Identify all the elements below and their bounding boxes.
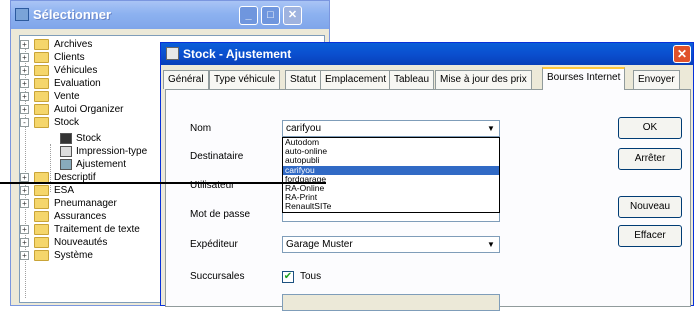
- effacer-button[interactable]: Effacer: [618, 225, 682, 247]
- arreter-button[interactable]: Arrêter: [618, 148, 682, 170]
- tree-item-label: Archives: [54, 39, 93, 50]
- expand-icon[interactable]: +: [20, 199, 29, 208]
- arreter-label: Arrêter: [634, 153, 666, 164]
- folder-icon: [34, 52, 49, 63]
- expand-icon[interactable]: +: [20, 225, 29, 234]
- folder-icon: [34, 198, 49, 209]
- stock-adjustment-window: Stock - Ajustement ✕ Général Type véhicu…: [160, 42, 694, 311]
- expand-icon[interactable]: +: [20, 79, 29, 88]
- expand-icon[interactable]: +: [20, 173, 29, 182]
- tree-item-label: Traitement de texte: [54, 224, 140, 235]
- chevron-down-icon[interactable]: ▼: [484, 122, 498, 135]
- tree-item-label: Nouveautés: [54, 237, 108, 248]
- succursales-list: [282, 294, 500, 311]
- expand-icon[interactable]: +: [20, 238, 29, 247]
- expand-icon[interactable]: +: [20, 251, 29, 260]
- nom-label: Nom: [190, 123, 212, 134]
- annotation-line: [0, 182, 326, 184]
- tab-tableau[interactable]: Tableau: [389, 70, 435, 89]
- tab-strip: Général Type véhicule Statut Emplacement…: [163, 67, 693, 90]
- stock-icon: [60, 133, 72, 144]
- close-button[interactable]: ✕: [673, 45, 691, 63]
- tab-bourses-internet[interactable]: Bourses Internet: [542, 67, 626, 90]
- folder-icon: [34, 185, 49, 196]
- open-folder-icon: [34, 117, 49, 128]
- maximize-button[interactable]: □: [261, 6, 280, 25]
- selector-title: Sélectionner: [33, 7, 112, 22]
- folder-icon: [34, 39, 49, 50]
- minimize-button[interactable]: _: [239, 6, 258, 25]
- print-icon: [60, 146, 72, 157]
- expand-icon[interactable]: +: [20, 92, 29, 101]
- stock-titlebar[interactable]: Stock - Ajustement ✕: [161, 43, 693, 65]
- app-icon: [166, 47, 179, 60]
- folder-icon: [34, 224, 49, 235]
- tree-item-label: Clients: [54, 52, 85, 63]
- folder-icon: [34, 104, 49, 115]
- tab-mise-a-jour-des-prix[interactable]: Mise à jour des prix: [435, 70, 532, 89]
- folder-icon: [34, 65, 49, 76]
- tree-item-label: Pneumanager: [54, 198, 117, 209]
- tree-item-label: Autoi Organizer: [54, 104, 124, 115]
- app-icon: [15, 8, 29, 21]
- tree-item-label: Assurances: [54, 211, 107, 222]
- expediteur-select-value: Garage Muster: [286, 239, 353, 250]
- nouveau-button[interactable]: Nouveau: [618, 196, 682, 218]
- destinataire-label: Destinataire: [190, 151, 244, 162]
- folder-icon: [34, 78, 49, 89]
- nouveau-label: Nouveau: [629, 201, 671, 212]
- folder-icon: [34, 211, 49, 222]
- mot-de-passe-label: Mot de passe: [190, 209, 251, 220]
- ok-label: OK: [642, 122, 658, 133]
- bourses-internet-panel: Nom Destinataire Utilisateur Mot de pass…: [165, 89, 691, 311]
- tab-emplacement[interactable]: Emplacement: [320, 70, 392, 89]
- succursales-label: Succursales: [190, 271, 245, 282]
- tree-item-label: Système: [54, 250, 93, 261]
- ok-button[interactable]: OK: [618, 117, 682, 139]
- expand-icon[interactable]: +: [20, 53, 29, 62]
- expand-icon[interactable]: +: [20, 186, 29, 195]
- stock-title: Stock - Ajustement: [183, 47, 292, 61]
- succursales-checkbox[interactable]: ✔: [282, 271, 294, 283]
- dropdown-option[interactable]: autopubli: [283, 156, 499, 165]
- effacer-label: Effacer: [634, 230, 666, 241]
- dropdown-option[interactable]: RenaultSITe: [283, 202, 499, 211]
- collapse-icon[interactable]: -: [20, 118, 29, 127]
- folder-icon: [34, 250, 49, 261]
- tree-item-label: ESA: [54, 185, 75, 196]
- close-button[interactable]: ✕: [283, 6, 302, 25]
- tree-item-label: Vente: [54, 91, 80, 102]
- tree-item-label: Evaluation: [54, 78, 101, 89]
- expediteur-select[interactable]: Garage Muster ▼: [282, 236, 500, 253]
- nom-select[interactable]: carifyou ▼: [282, 120, 500, 137]
- tree-item-label: Stock: [76, 133, 102, 144]
- nom-dropdown-list[interactable]: Autodom auto-online autopubli carifyou f…: [282, 137, 500, 213]
- expand-icon[interactable]: +: [20, 105, 29, 114]
- folder-icon: [34, 91, 49, 102]
- tab-general[interactable]: Général: [163, 70, 209, 89]
- chevron-down-icon[interactable]: ▼: [484, 238, 498, 251]
- expand-icon[interactable]: +: [20, 40, 29, 49]
- tree-item-label: Ajustement: [76, 159, 127, 170]
- expand-icon[interactable]: +: [20, 66, 29, 75]
- tree-item-label: Véhicules: [54, 65, 98, 76]
- tab-envoyer[interactable]: Envoyer: [633, 70, 680, 89]
- succursales-check-label: Tous: [300, 271, 322, 282]
- tab-type-vehicule[interactable]: Type véhicule: [209, 70, 281, 89]
- tab-statut[interactable]: Statut: [285, 70, 322, 89]
- expediteur-label: Expéditeur: [190, 239, 238, 250]
- nom-select-value: carifyou: [286, 123, 322, 134]
- adjust-icon: [60, 159, 72, 170]
- tree-item-label: Stock: [54, 117, 80, 128]
- folder-icon: [34, 237, 49, 248]
- selector-titlebar[interactable]: Sélectionner _ □ ✕: [11, 1, 329, 29]
- tree-item-label: Impression-type: [76, 146, 148, 157]
